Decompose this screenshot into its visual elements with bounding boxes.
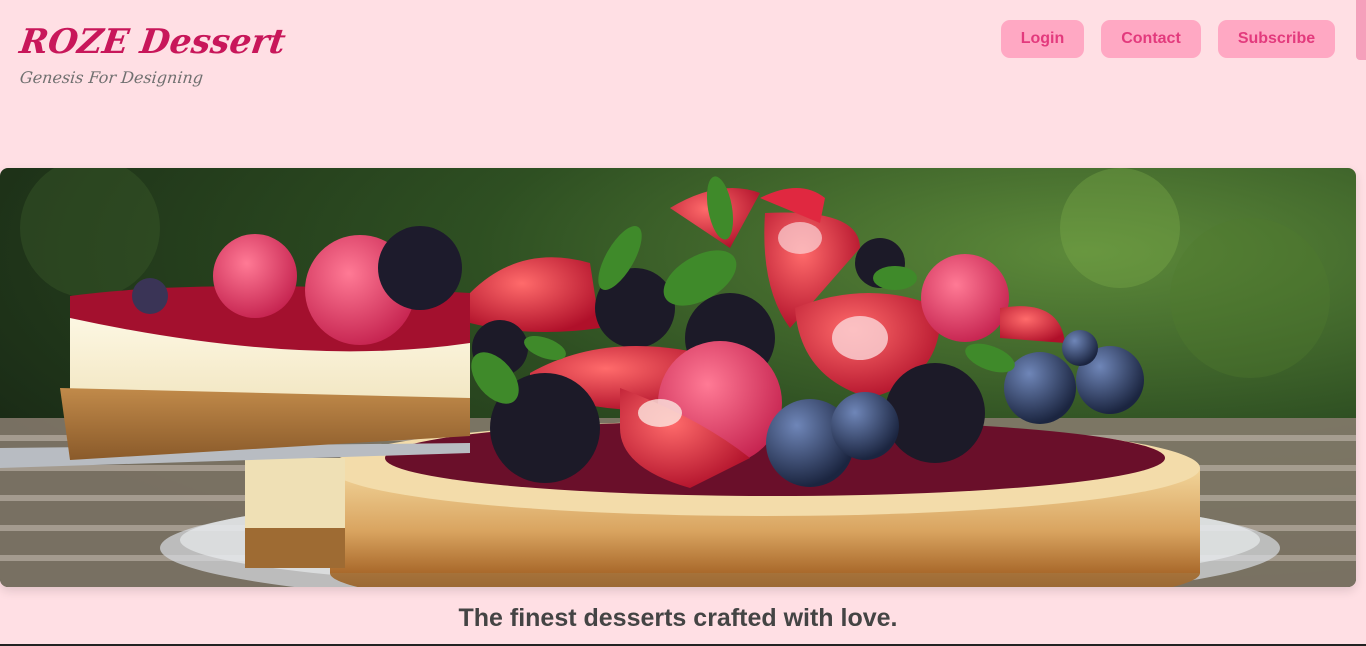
subscribe-button[interactable]: Subscribe	[1218, 20, 1335, 58]
brand-logo[interactable]: ROZE Dessert Genesis For Designing	[17, 20, 288, 87]
hero-image	[0, 168, 1356, 587]
contact-button[interactable]: Contact	[1101, 20, 1201, 58]
scrollbar-thumb[interactable]	[1356, 0, 1366, 60]
hero-tagline: The finest desserts crafted with love.	[458, 604, 898, 632]
page: ROZE Dessert Genesis For Designing Login…	[0, 0, 1366, 646]
brand-tagline: Genesis For Designing	[19, 68, 205, 87]
cheesecake-photo	[0, 168, 1356, 587]
login-button[interactable]: Login	[1001, 20, 1084, 58]
top-nav: Login Contact Subscribe	[1001, 20, 1335, 58]
brand-title: ROZE Dessert	[17, 22, 288, 62]
